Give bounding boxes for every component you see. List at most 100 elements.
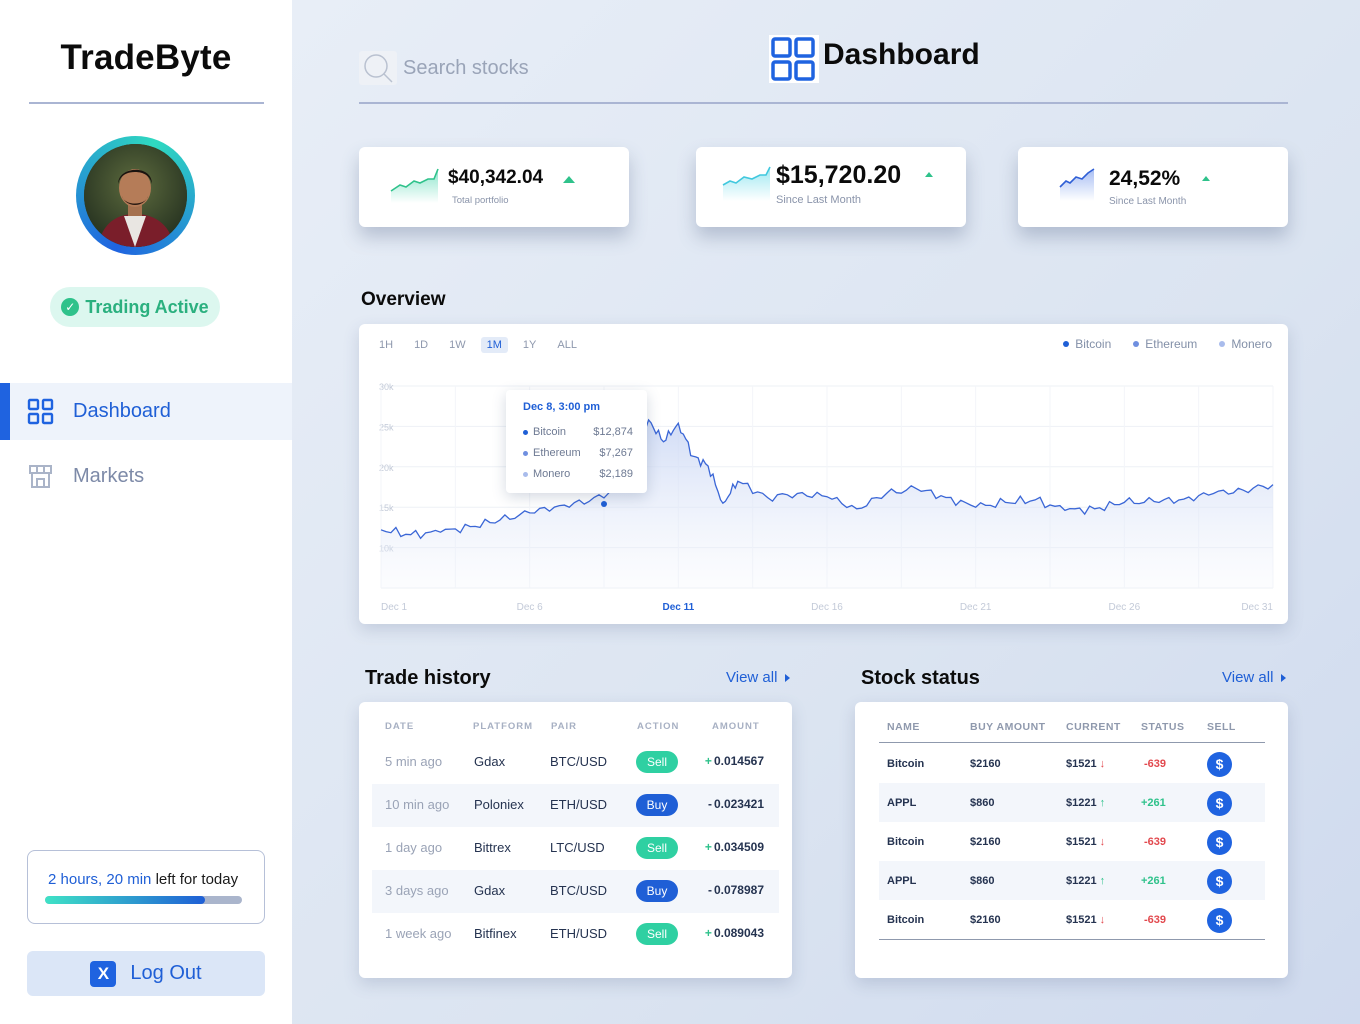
amount-value: 0.023421 [713,797,764,811]
stock-status-value: -639 [1144,836,1167,848]
x-tick-label: Dec 31 [1241,602,1273,613]
trade-amount: +0.089043 [674,926,764,940]
table-row[interactable]: 3 days ago Gdax BTC/USD Buy -0.078987 [372,870,779,913]
sparkline-icon [1059,168,1095,201]
table-row[interactable]: 1 week ago Bitfinex ETH/USD Sell +0.0890… [372,913,779,956]
sidebar-item-label: Markets [73,465,145,487]
x-tick-label: Dec 11 [662,602,694,613]
amount-sign: + [704,926,712,940]
search-input[interactable] [403,53,723,83]
column-header: SELL [1207,721,1236,733]
highlight-point [601,500,607,507]
stat-label: Total portfolio [452,195,509,206]
trade-platform: Gdax [474,883,506,898]
table-row[interactable]: 1 day ago Bittrex LTC/USD Sell +0.034509 [372,827,779,870]
overview-title: Overview [361,289,446,310]
trade-date: 3 days ago [385,883,449,898]
current-value: $1521 [1066,836,1097,848]
store-icon [29,465,52,488]
x-tick-label: Dec 21 [960,602,992,613]
buy-badge: Buy [636,794,678,816]
sidebar-item-label: Dashboard [73,400,171,422]
trade-date: 1 day ago [385,840,443,855]
stock-name: Bitcoin [887,914,925,926]
time-progress-fill [45,896,205,904]
stat-card-monthly-gain: $15,720.20 Since Last Month [696,147,966,227]
tooltip-row-monero: Monero $2,189 [523,468,633,480]
table-footer-divider [879,939,1265,940]
trading-status-label: Trading Active [85,296,209,317]
search-icon[interactable] [359,51,397,85]
tooltip-value: $12,874 [593,426,633,438]
trading-status-badge: ✓ Trading Active [50,287,220,327]
tooltip-dot [523,471,528,477]
sell-badge: Sell [636,751,678,773]
tooltip-value: $7,267 [599,447,633,459]
tooltip-dot [523,450,528,456]
column-header: DATE [385,721,415,732]
table-row[interactable]: 10 min ago Poloniex ETH/USD Buy -0.02342… [372,784,779,827]
stock-current: $1221 ↑ [1066,875,1105,887]
trade-pair: BTC/USD [550,754,608,769]
dollar-icon[interactable]: $ [1207,908,1232,933]
trade-history-view-all-link[interactable]: View all [726,669,791,686]
stock-status-view-all-link[interactable]: View all [1222,669,1287,686]
amount-value: 0.034509 [713,840,764,854]
trade-pair: ETH/USD [550,797,608,812]
tooltip-dot [523,429,528,435]
dollar-icon[interactable]: $ [1207,752,1232,777]
dollar-icon[interactable]: $ [1207,830,1232,855]
stock-name: Bitcoin [887,758,925,770]
view-all-label: View all [726,669,778,686]
page-title: Dashboard [823,38,980,71]
stock-name: APPL [887,797,917,809]
trade-date: 5 min ago [385,754,443,769]
sidebar-item-markets[interactable]: Markets [0,448,292,505]
stock-buy-amount: $2160 [970,836,1001,848]
chevron-right-icon [785,673,791,682]
tooltip-series: Ethereum [533,447,581,459]
sparkline-icon [722,166,771,201]
trade-amount: -0.078987 [674,883,764,897]
stat-label: Since Last Month [1109,196,1187,207]
column-header: STATUS [1141,721,1185,733]
dollar-icon[interactable]: $ [1207,791,1232,816]
amount-sign: - [707,797,712,811]
avatar[interactable] [76,136,195,255]
stat-card-growth: 24,52% Since Last Month [1018,147,1288,227]
table-row[interactable]: 5 min ago Gdax BTC/USD Sell +0.014567 [372,741,779,784]
trade-pair: ETH/USD [550,926,608,941]
time-remaining-text: 2 hours, 20 min left for today [48,871,238,888]
brand-divider [29,102,264,104]
chevron-right-icon [1281,673,1287,682]
stock-status-value: -639 [1144,758,1167,770]
trade-date: 1 week ago [385,926,452,941]
sidebar: TradeByte ✓ Trading Active Dashboard Mar… [0,0,292,1024]
trade-history-title: Trade history [365,667,491,689]
amount-sign: + [704,840,712,854]
logout-button[interactable]: X Log Out [27,951,265,996]
stock-status-value: +261 [1141,875,1166,887]
trend-up-icon [925,172,933,177]
current-value: $1221 [1066,797,1097,809]
stock-current: $1221 ↑ [1066,797,1105,809]
x-tick-label: Dec 6 [517,602,544,613]
amount-sign: - [707,883,712,897]
arrow-up-icon: ↑ [1099,797,1106,809]
amount-value: 0.014567 [713,754,764,768]
sidebar-item-dashboard[interactable]: Dashboard [0,383,292,440]
stock-status-value: -639 [1144,914,1167,926]
trade-pair: LTC/USD [550,840,605,855]
arrow-up-icon: ↑ [1099,875,1106,887]
trade-history-table: DATE PLATFORM PAIR ACTION AMOUNT 5 min a… [359,702,792,978]
stock-current: $1521 ↓ [1066,758,1105,770]
current-value: $1221 [1066,875,1097,887]
tooltip-value: $2,189 [599,468,633,480]
trade-amount: +0.034509 [674,840,764,854]
trade-platform: Poloniex [474,797,524,812]
table-row: Bitcoin $2160 $1521 ↓ -639 $ [879,900,1265,939]
trade-amount: -0.023421 [674,797,764,811]
chart-tooltip: Dec 8, 3:00 pm Bitcoin $12,874 Ethereum $7… [506,390,647,493]
trade-amount: +0.014567 [674,754,764,768]
dollar-icon[interactable]: $ [1207,869,1232,894]
